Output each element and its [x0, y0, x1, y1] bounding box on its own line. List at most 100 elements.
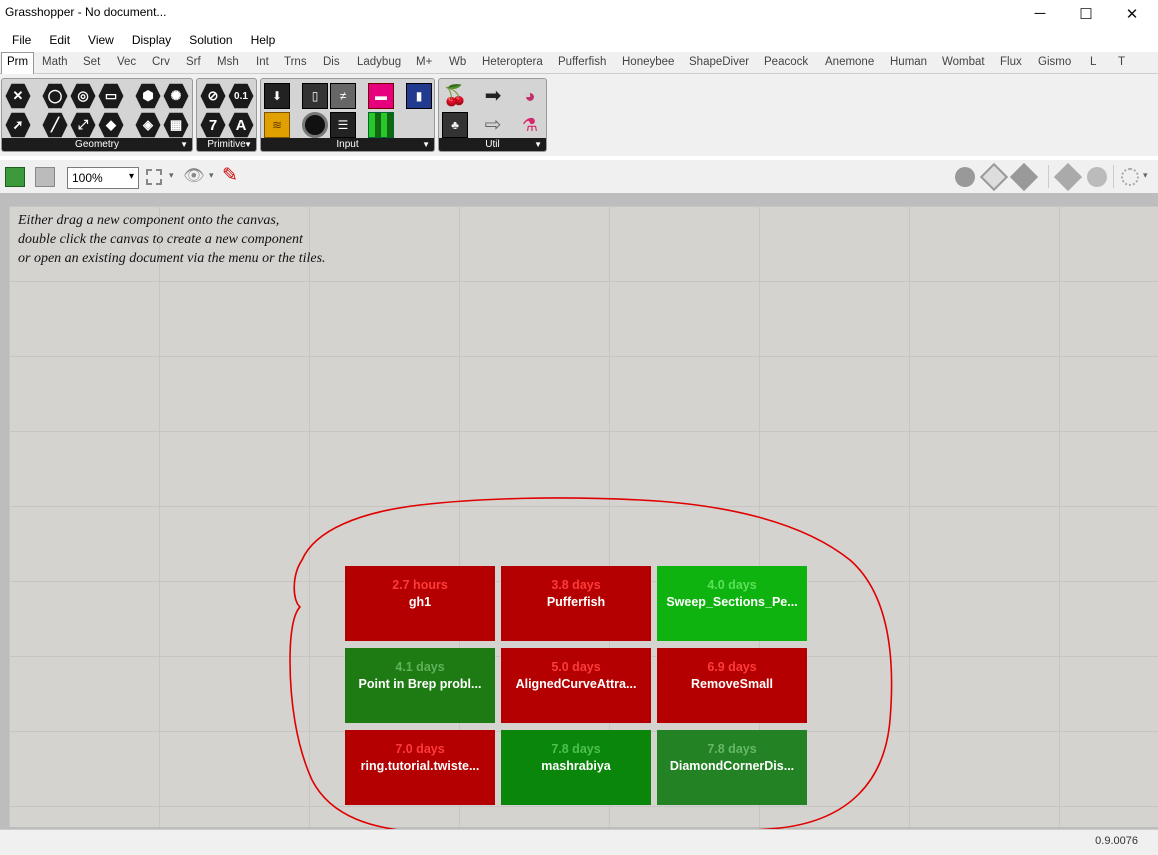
- menu-solution[interactable]: Solution: [178, 30, 239, 50]
- gradient-icon[interactable]: ▬: [368, 83, 394, 109]
- zoom-extents-dropdown-icon[interactable]: ▾: [169, 170, 174, 181]
- panel-label-util[interactable]: Util ▼: [439, 138, 546, 151]
- tab-crv[interactable]: Crv: [152, 56, 170, 68]
- tab-math[interactable]: Math: [42, 56, 68, 68]
- data-dam-tree-icon[interactable]: ♣: [442, 112, 468, 138]
- panel-util: 🍒 ♣ ➡ ⇨ ◕ ⚗ Util ▼: [438, 78, 547, 152]
- recent-file-tile[interactable]: 2.7 hours gh1: [345, 566, 495, 641]
- mesh-quality-icon[interactable]: [1053, 162, 1083, 192]
- tab-anemone[interactable]: Anemone: [825, 56, 874, 68]
- menu-bar: File Edit View Display Solution Help: [0, 30, 282, 50]
- recent-file-tile[interactable]: 7.0 days ring.tutorial.twiste...: [345, 730, 495, 805]
- point-param-icon[interactable]: ➚: [5, 112, 31, 138]
- box-param-icon[interactable]: ⬢: [135, 83, 161, 109]
- text-param-icon[interactable]: A: [228, 112, 254, 138]
- geometry-param-icon[interactable]: ✕: [5, 83, 31, 109]
- tab-prm[interactable]: Prm: [1, 52, 35, 75]
- preview-shaded-icon[interactable]: [979, 162, 1009, 192]
- cherry-picker-icon[interactable]: 🍒: [442, 83, 468, 109]
- line-param-icon[interactable]: ╱: [42, 112, 68, 138]
- preview-selected-icon[interactable]: [1009, 162, 1039, 192]
- document-preview-icon[interactable]: [1087, 167, 1107, 187]
- tab-wb[interactable]: Wb: [449, 56, 466, 68]
- menu-edit[interactable]: Edit: [38, 30, 77, 50]
- tab-vec[interactable]: Vec: [117, 56, 136, 68]
- relay-arrow-icon[interactable]: ➡: [480, 83, 506, 109]
- tab-peacock[interactable]: Peacock: [764, 56, 808, 68]
- tab-ladybug[interactable]: Ladybug: [357, 56, 401, 68]
- open-file-icon[interactable]: [5, 167, 25, 187]
- galapagos-icon[interactable]: ◕: [517, 83, 543, 109]
- vector-param-icon[interactable]: ⤢: [70, 112, 96, 138]
- circular-arc-param-icon[interactable]: ◎: [70, 83, 96, 109]
- menu-display[interactable]: Display: [121, 30, 178, 50]
- minimize-button[interactable]: ─: [1017, 0, 1063, 27]
- preview-wireframe-icon[interactable]: [955, 167, 975, 187]
- component-ribbon: ✕ ➚ ◯ ╱ ◎ ⤢ ▭ ◆ ⬢ ◈ ✺ ▦ Geometry ▼ ⊘ 7 0.…: [0, 74, 1158, 156]
- panel-label-primitive[interactable]: Primitive ▼: [197, 138, 256, 151]
- canvas-hint: Either drag a new component onto the can…: [18, 211, 326, 268]
- tab-shapediver[interactable]: ShapeDiver: [689, 56, 749, 68]
- recent-file-tile[interactable]: 6.9 days RemoveSmall: [657, 648, 807, 723]
- tab-srf[interactable]: Srf: [186, 56, 201, 68]
- tab-honeybee[interactable]: Honeybee: [622, 56, 674, 68]
- recent-file-tile[interactable]: 7.8 days DiamondCornerDis...: [657, 730, 807, 805]
- tab-wombat[interactable]: Wombat: [942, 56, 985, 68]
- digit-scroller-icon[interactable]: ≠: [330, 83, 356, 109]
- recent-file-tile[interactable]: 7.8 days mashrabiya: [501, 730, 651, 805]
- data-input-icon[interactable]: ⬇: [264, 83, 290, 109]
- menu-file[interactable]: File: [0, 30, 38, 50]
- save-file-icon[interactable]: [35, 167, 55, 187]
- integer-param-icon[interactable]: 7: [200, 112, 226, 138]
- tab-set[interactable]: Set: [83, 56, 100, 68]
- recent-file-tile[interactable]: 4.1 days Point in Brep probl...: [345, 648, 495, 723]
- recent-file-tile[interactable]: 4.0 days Sweep_Sections_Pe...: [657, 566, 807, 641]
- graph-mapper-icon[interactable]: ≋: [264, 112, 290, 138]
- panel-label-input[interactable]: Input ▼: [261, 138, 434, 151]
- recent-file-tile[interactable]: 5.0 days AlignedCurveAttra...: [501, 648, 651, 723]
- preview-dropdown-icon[interactable]: ▾: [209, 170, 214, 181]
- maximize-button[interactable]: ☐: [1063, 0, 1109, 27]
- surface-param-icon[interactable]: ▦: [163, 112, 189, 138]
- preview-settings-icon[interactable]: [1121, 168, 1139, 186]
- tab-l[interactable]: L: [1090, 56, 1096, 68]
- mesh-param-icon[interactable]: ✺: [163, 83, 189, 109]
- eye-preview-icon[interactable]: 👁: [183, 166, 205, 186]
- tile-age: 7.8 days: [551, 742, 601, 756]
- brep-param-icon[interactable]: ◈: [135, 112, 161, 138]
- tab-heteroptera[interactable]: Heteroptera: [482, 56, 543, 68]
- tab-trns[interactable]: Trns: [284, 56, 307, 68]
- value-list-icon[interactable]: ☰: [330, 112, 356, 138]
- close-button[interactable]: ✕: [1109, 0, 1155, 27]
- tab-pufferfish[interactable]: Pufferfish: [558, 56, 606, 68]
- colour-swatch-icon[interactable]: [368, 112, 394, 138]
- tab-mplus[interactable]: M+: [416, 56, 432, 68]
- circle-param-icon[interactable]: ◯: [42, 83, 68, 109]
- toggle-input-icon[interactable]: ▮: [406, 83, 432, 109]
- panel-label-geometry[interactable]: Geometry ▼: [2, 138, 192, 151]
- zoom-select[interactable]: 100% ▾: [67, 167, 139, 189]
- flask-icon[interactable]: ⚗: [517, 112, 543, 138]
- boolean-param-icon[interactable]: ⊘: [200, 83, 226, 109]
- control-knob-icon[interactable]: [302, 112, 328, 138]
- panel-expand-icon: ▼: [422, 140, 430, 149]
- button-input-icon[interactable]: ▯: [302, 83, 328, 109]
- sketch-pen-icon[interactable]: ✎: [222, 164, 238, 187]
- tab-dis[interactable]: Dis: [323, 56, 340, 68]
- plane-param-icon[interactable]: ◆: [98, 112, 124, 138]
- window-title: Grasshopper - No document...: [5, 5, 167, 19]
- rectangle-param-icon[interactable]: ▭: [98, 83, 124, 109]
- tab-flux[interactable]: Flux: [1000, 56, 1022, 68]
- zoom-extents-icon[interactable]: [146, 169, 162, 185]
- preview-settings-dropdown-icon[interactable]: ▾: [1143, 170, 1148, 181]
- tab-human[interactable]: Human: [890, 56, 927, 68]
- menu-view[interactable]: View: [77, 30, 121, 50]
- tab-gismo[interactable]: Gismo: [1038, 56, 1071, 68]
- tab-msh[interactable]: Msh: [217, 56, 239, 68]
- number-param-icon[interactable]: 0.1: [228, 83, 254, 109]
- hollow-arrow-icon[interactable]: ⇨: [480, 112, 506, 138]
- recent-file-tile[interactable]: 3.8 days Pufferfish: [501, 566, 651, 641]
- tab-t[interactable]: T: [1118, 56, 1125, 68]
- tab-int[interactable]: Int: [256, 56, 269, 68]
- menu-help[interactable]: Help: [240, 30, 283, 50]
